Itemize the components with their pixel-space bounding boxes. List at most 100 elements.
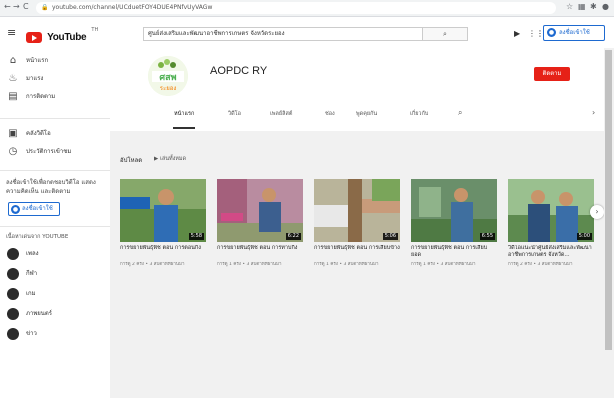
signin-button[interactable]: ● ลงชื่อเข้าใช้ xyxy=(543,25,605,41)
search-button[interactable]: ⌕ xyxy=(423,27,468,41)
sidebar-item-label: ภาพยนตร์ xyxy=(26,310,53,317)
video-duration: 6:55 xyxy=(479,233,495,240)
section-title[interactable]: อัปโหลด xyxy=(120,155,142,165)
video-card[interactable]: 6:22 การขยายพันธุ์พืช ตอน การทาบกิ่ง การ… xyxy=(217,179,303,284)
video-thumbnail[interactable]: 6:22 xyxy=(217,179,303,242)
reload-icon[interactable]: C xyxy=(23,2,29,11)
back-icon[interactable]: ← xyxy=(4,2,11,11)
scrollbar-thumb[interactable] xyxy=(605,50,612,350)
tab-home[interactable]: หน้าแรก xyxy=(174,110,194,118)
sidebar-item-label: เกม xyxy=(26,290,36,297)
news-icon xyxy=(7,328,19,340)
video-card[interactable]: 6:55 การขยายพันธุ์พืช ตอน การเสียบยอด กา… xyxy=(411,179,497,284)
sidebar-item-subscriptions[interactable]: ▤ การติดตาม xyxy=(0,88,110,106)
carousel-next-button[interactable]: › xyxy=(590,205,604,219)
menu-icon[interactable]: ≡ xyxy=(7,26,16,39)
video-meta: การดู 1 ครั้ง • 3 สัปดาห์ที่ผ่านมา xyxy=(314,262,379,267)
sidebar-divider xyxy=(0,118,110,119)
sidebar-item-label: เพลง xyxy=(26,250,39,257)
page-scrollbar[interactable] xyxy=(604,48,614,398)
sidebar-item-gaming[interactable]: เกม xyxy=(0,284,110,304)
music-icon xyxy=(7,248,19,260)
extensions-icon[interactable]: ▦ xyxy=(578,2,586,11)
video-meta: การดู 1 ครั้ง • 3 สัปดาห์ที่ผ่านมา xyxy=(411,262,476,267)
logo-country: TH xyxy=(91,27,99,33)
star-icon[interactable]: ☆ xyxy=(566,2,573,11)
video-card[interactable]: 5:58 การขยายพันธุ์พืช ตอน การตอนกิ่ง การ… xyxy=(120,179,206,284)
channel-avatar[interactable]: ศสพ ระยอง xyxy=(148,56,188,96)
video-meta: การดู 2 ครั้ง • 3 สัปดาห์ที่ผ่านมา xyxy=(508,262,573,267)
create-video-icon[interactable]: ▶ xyxy=(514,29,520,38)
channel-header: ศสพ ระยอง AOPDC RY ติดตาม หน้าแรก วิดีโอ… xyxy=(110,48,604,131)
video-card[interactable]: 5:06 การขยายพันธุ์พืช ตอน การเสียบข้าง ก… xyxy=(314,179,400,284)
channel-name: AOPDC RY xyxy=(210,65,268,77)
video-thumbnail[interactable]: 5:00 xyxy=(508,179,594,242)
sidebar-signin-button[interactable]: ● ลงชื่อเข้าใช้ xyxy=(8,202,60,216)
signin-label: ลงชื่อเข้าใช้ xyxy=(559,29,590,36)
video-meta: การดู 2 ครั้ง • 3 สัปดาห์ที่ผ่านมา xyxy=(120,262,185,267)
sidebar-item-label: คลังวิดีโอ xyxy=(26,130,51,137)
profile-icon[interactable]: ● xyxy=(602,2,609,11)
video-duration: 5:06 xyxy=(382,233,398,240)
video-thumbnail[interactable]: 6:55 xyxy=(411,179,497,242)
sidebar-item-news[interactable]: ข่าว xyxy=(0,324,110,340)
sidebar-item-label: ข่าว xyxy=(26,330,37,337)
sidebar-divider xyxy=(0,170,110,171)
subscribe-button[interactable]: ติดตาม xyxy=(534,67,570,81)
sidebar-item-movies[interactable]: ภาพยนตร์ xyxy=(0,304,110,324)
tab-playlists[interactable]: เพลย์ลิสต์ xyxy=(270,110,292,118)
svg-text:ศสพ: ศสพ xyxy=(159,73,176,83)
channel-search-icon[interactable]: ⌕ xyxy=(458,108,462,118)
chevron-right-icon: › xyxy=(595,207,599,216)
sidebar-item-history[interactable]: ◷ ประวัติการเข้าชม xyxy=(0,143,110,161)
subscriptions-icon: ▤ xyxy=(8,91,18,102)
sidebar-item-sports[interactable]: กีฬา xyxy=(0,264,110,284)
video-title[interactable]: การขยายพันธุ์พืช ตอน การเสียบข้าง xyxy=(314,245,400,259)
search-input[interactable]: ศูนย์ส่งเสริมและพัฒนาอาชีพการเกษตร จังหว… xyxy=(143,27,423,41)
youtube-header: ≡ YouTube TH ศูนย์ส่งเสริมและพัฒนาอาชีพก… xyxy=(0,18,614,48)
channel-logo-icon: ศสพ ระยอง xyxy=(148,56,188,96)
video-title[interactable]: การขยายพันธุ์พืช ตอน การทาบกิ่ง xyxy=(217,245,303,259)
sidebar-divider xyxy=(0,226,110,227)
search-icon: ⌕ xyxy=(443,30,447,38)
video-title[interactable]: การขยายพันธุ์พืช ตอน การเสียบยอด xyxy=(411,245,497,259)
video-thumbnail[interactable]: 5:06 xyxy=(314,179,400,242)
signin-label: ลงชื่อเข้าใช้ xyxy=(22,205,53,212)
sidebar-item-trending[interactable]: ♨ มาแรง xyxy=(0,70,110,88)
gaming-icon xyxy=(7,288,19,300)
logo-text: YouTube xyxy=(47,32,87,43)
best-of-youtube-heading: เนื้อหาเด่นจาก YOUTUBE xyxy=(6,234,69,240)
signin-prompt: ลงชื่อเข้าใช้เพื่อกดชอบวิดีโอ แสดงความคิ… xyxy=(6,179,96,195)
video-duration: 5:58 xyxy=(188,233,204,240)
sidebar-item-library[interactable]: ▣ คลังวิดีโอ xyxy=(0,125,110,143)
video-card[interactable]: 5:00 วิดีโอแนะนำศูนย์ส่งเสริมและพัฒนาอาช… xyxy=(508,179,594,284)
play-all-label: เล่นทั้งหมด xyxy=(159,156,187,162)
video-title[interactable]: วิดีโอแนะนำศูนย์ส่งเสริมและพัฒนาอาชีพการ… xyxy=(508,245,594,259)
lock-icon: 🔒 xyxy=(41,4,49,11)
sidebar-item-label: การติดตาม xyxy=(26,93,56,100)
address-bar[interactable]: 🔒 youtube.com/channel/UCduetFOY4DUE4PNfv… xyxy=(36,2,556,14)
sports-icon xyxy=(7,268,19,280)
video-duration: 6:22 xyxy=(285,233,301,240)
video-thumbnail[interactable]: 5:58 xyxy=(120,179,206,242)
tab-community[interactable]: พูดคุยกัน xyxy=(356,110,377,118)
sidebar: ⌂ หน้าแรก ♨ มาแรง ▤ การติดตาม ▣ คลังวิดี… xyxy=(0,48,110,398)
tabs-next-icon[interactable]: › xyxy=(592,108,595,117)
user-icon: ● xyxy=(547,28,556,37)
tab-videos[interactable]: วิดีโอ xyxy=(228,110,241,118)
tab-channels[interactable]: ช่อง xyxy=(325,110,335,118)
movies-icon xyxy=(7,308,19,320)
forward-icon[interactable]: → xyxy=(13,2,20,11)
sidebar-item-music[interactable]: เพลง xyxy=(0,244,110,264)
main-content: ศสพ ระยอง AOPDC RY ติดตาม หน้าแรก วิดีโอ… xyxy=(110,48,614,398)
history-icon: ◷ xyxy=(8,146,18,157)
youtube-play-icon xyxy=(26,32,42,43)
youtube-logo[interactable]: YouTube TH xyxy=(26,27,99,43)
video-duration: 5:00 xyxy=(576,233,592,240)
tab-about[interactable]: เกี่ยวกับ xyxy=(410,110,428,118)
sidebar-item-home[interactable]: ⌂ หน้าแรก xyxy=(0,52,110,70)
sidebar-item-label: หน้าแรก xyxy=(26,57,49,64)
video-title[interactable]: การขยายพันธุ์พืช ตอน การตอนกิ่ง xyxy=(120,245,206,259)
play-all-button[interactable]: ▶ เล่นทั้งหมด xyxy=(154,155,186,163)
puzzle-icon[interactable]: ✱ xyxy=(590,2,597,11)
